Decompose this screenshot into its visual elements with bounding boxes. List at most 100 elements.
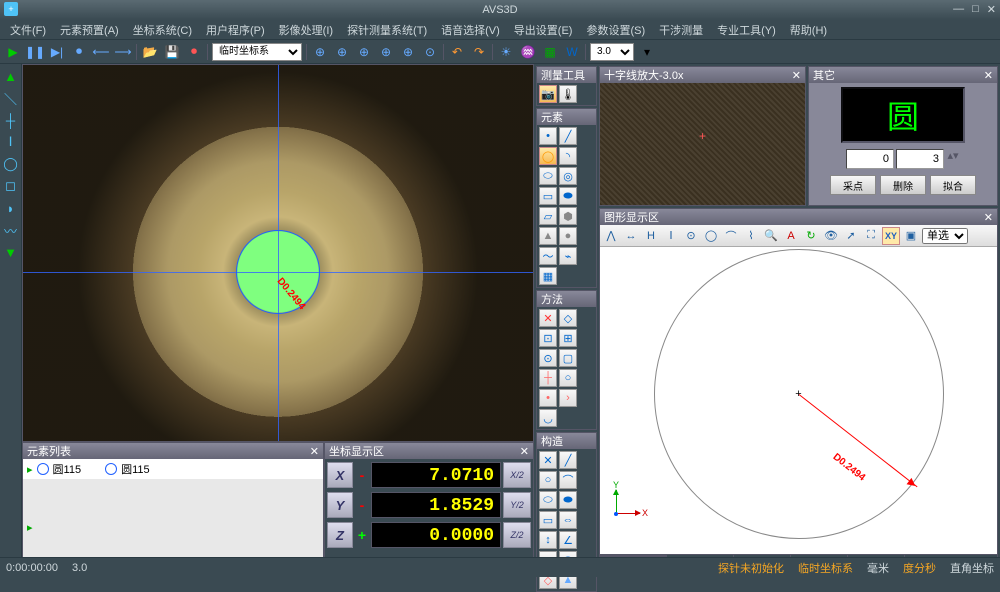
circle-elem-icon[interactable]: ◯: [539, 147, 557, 165]
point-icon[interactable]: •: [539, 127, 557, 145]
m10-icon[interactable]: ›: [559, 389, 577, 407]
ring-icon[interactable]: ◎: [559, 167, 577, 185]
x-half-button[interactable]: X/2: [503, 462, 531, 488]
hex-icon[interactable]: ⬢: [559, 207, 577, 225]
curve-tool-icon[interactable]: 〰: [3, 222, 19, 238]
graph-canvas[interactable]: D0.2494 YX: [600, 247, 997, 554]
cs6-icon[interactable]: ⊙: [421, 43, 439, 61]
arc-tool-icon[interactable]: ◗: [3, 200, 19, 216]
camera-mode-icon[interactable]: 📷: [539, 85, 557, 103]
menu-image[interactable]: 影像处理(I): [273, 20, 339, 40]
close-icon[interactable]: ✕: [310, 445, 319, 458]
camera-view[interactable]: D0.2494: [22, 64, 534, 442]
close-icon[interactable]: ✕: [987, 3, 996, 16]
z-half-button[interactable]: Z/2: [503, 522, 531, 548]
square-tool-icon[interactable]: ◻: [3, 178, 19, 194]
light-icon[interactable]: ☀: [497, 43, 515, 61]
link-icon[interactable]: ♒: [519, 43, 537, 61]
stepper-icon[interactable]: ▴▾: [946, 149, 960, 169]
redo-icon[interactable]: ↷: [470, 43, 488, 61]
m9-icon[interactable]: •: [539, 389, 557, 407]
select-mode[interactable]: 单选: [922, 228, 968, 244]
slot-icon[interactable]: ⬬: [559, 187, 577, 205]
next-icon[interactable]: ▶|: [48, 43, 66, 61]
circle-tool-icon[interactable]: ◯: [3, 156, 19, 172]
delete-button[interactable]: 删除: [880, 175, 926, 195]
c4-icon[interactable]: ⌒: [559, 471, 577, 489]
c3-icon[interactable]: ○: [539, 471, 557, 489]
g-3d-icon[interactable]: ▣: [902, 227, 920, 245]
c7-icon[interactable]: ▭: [539, 511, 557, 529]
down-tool-icon[interactable]: ▼: [3, 244, 19, 260]
word-icon[interactable]: W: [563, 43, 581, 61]
menu-export[interactable]: 导出设置(E): [508, 20, 579, 40]
m2-icon[interactable]: ◇: [559, 309, 577, 327]
grid-icon[interactable]: ▦: [539, 267, 557, 285]
close-icon[interactable]: ✕: [984, 69, 993, 82]
g-fit-icon[interactable]: ⛶: [862, 227, 880, 245]
g-cur-icon[interactable]: ⌇: [742, 227, 760, 245]
closed-icon[interactable]: ⌁: [559, 247, 577, 265]
g-expand-icon[interactable]: ➚: [842, 227, 860, 245]
m7-icon[interactable]: ┼: [539, 369, 557, 387]
c8-icon[interactable]: ⇔: [559, 511, 577, 529]
arc-icon[interactable]: ◝: [559, 147, 577, 165]
dd-icon[interactable]: ▾: [638, 43, 656, 61]
c6-icon[interactable]: ⬬: [559, 491, 577, 509]
g-zoom-icon[interactable]: 🔍: [762, 227, 780, 245]
m8-icon[interactable]: ○: [559, 369, 577, 387]
g-text-icon[interactable]: A: [782, 227, 800, 245]
g-arc-icon[interactable]: ⌒: [722, 227, 740, 245]
g-h-icon[interactable]: H: [642, 227, 660, 245]
c10-icon[interactable]: ∠: [559, 531, 577, 549]
undo-icon[interactable]: ↶: [448, 43, 466, 61]
m11-icon[interactable]: ◡: [539, 409, 557, 427]
rc-icon[interactable]: ⟶: [114, 43, 132, 61]
menu-params[interactable]: 参数设置(S): [580, 20, 651, 40]
menu-probe[interactable]: 探针测量系统(T): [341, 20, 433, 40]
coord-sys-select[interactable]: 临时坐标系: [212, 43, 302, 61]
fit-button[interactable]: 拟合: [930, 175, 976, 195]
g-angle-icon[interactable]: ⋀: [602, 227, 620, 245]
m4-icon[interactable]: ⊞: [559, 329, 577, 347]
g-circ2-icon[interactable]: ◯: [702, 227, 720, 245]
cross-tool-icon[interactable]: ┼: [3, 112, 19, 128]
plane-icon[interactable]: ▱: [539, 207, 557, 225]
open-icon[interactable]: 📂: [141, 43, 159, 61]
list-item[interactable]: ▸ 圆115 圆115: [23, 459, 323, 479]
count-input-2[interactable]: [896, 149, 944, 169]
close-icon[interactable]: ✕: [984, 211, 993, 224]
menu-preset[interactable]: 元素预置(A): [54, 20, 125, 40]
arrow-tool-icon[interactable]: ▲: [3, 68, 19, 84]
m5-icon[interactable]: ⊙: [539, 349, 557, 367]
c5-icon[interactable]: ⬭: [539, 491, 557, 509]
g-xy-icon[interactable]: XY: [882, 227, 900, 245]
cs4-icon[interactable]: ⊕: [377, 43, 395, 61]
menu-file[interactable]: 文件(F): [4, 20, 52, 40]
m6-icon[interactable]: ▢: [559, 349, 577, 367]
ellipse-icon[interactable]: ⬭: [539, 167, 557, 185]
menu-tools[interactable]: 专业工具(Y): [711, 20, 782, 40]
cs1-icon[interactable]: ⊕: [311, 43, 329, 61]
m3-icon[interactable]: ⊡: [539, 329, 557, 347]
cs2-icon[interactable]: ⊕: [333, 43, 351, 61]
y-half-button[interactable]: Y/2: [503, 492, 531, 518]
rect-icon[interactable]: ▭: [539, 187, 557, 205]
height-tool-icon[interactable]: Ⅰ: [3, 134, 19, 150]
zoom-select[interactable]: 3.0: [590, 43, 634, 61]
c2-icon[interactable]: ╱: [559, 451, 577, 469]
cone-icon[interactable]: ▲: [539, 227, 557, 245]
menu-help[interactable]: 帮助(H): [784, 20, 833, 40]
g-eye-icon[interactable]: 👁: [822, 227, 840, 245]
cs5-icon[interactable]: ⊕: [399, 43, 417, 61]
line-icon[interactable]: ╱: [559, 127, 577, 145]
c9-icon[interactable]: ↕: [539, 531, 557, 549]
g-circ-icon[interactable]: ⊙: [682, 227, 700, 245]
count-input-1[interactable]: [846, 149, 894, 169]
menu-program[interactable]: 用户程序(P): [200, 20, 271, 40]
excel-icon[interactable]: ▦: [541, 43, 559, 61]
save-icon[interactable]: 💾: [163, 43, 181, 61]
close-icon[interactable]: ✕: [792, 69, 801, 82]
sample-button[interactable]: 采点: [830, 175, 876, 195]
g-i-icon[interactable]: Ⅰ: [662, 227, 680, 245]
